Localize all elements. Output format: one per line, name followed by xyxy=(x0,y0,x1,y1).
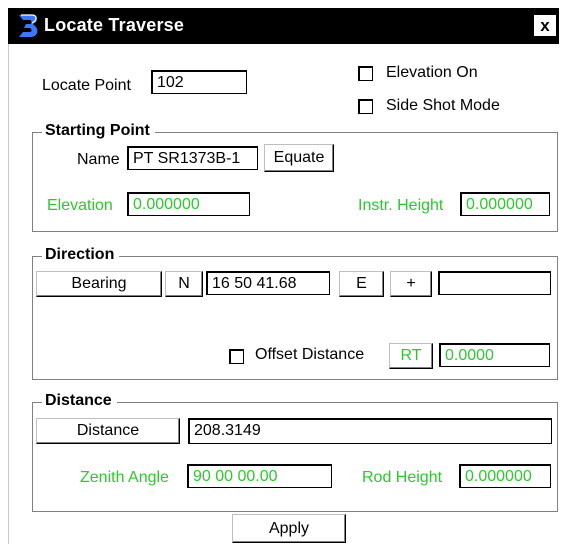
close-button[interactable]: x xyxy=(534,15,556,36)
distance-input[interactable]: 208.3149 xyxy=(188,418,552,444)
close-icon: x xyxy=(540,16,550,35)
equate-button[interactable]: Equate xyxy=(264,144,334,172)
distance-title: Distance xyxy=(42,392,117,410)
bentley-b-icon xyxy=(15,12,41,40)
offset-distance-checkbox[interactable] xyxy=(229,349,244,364)
starting-point-title: Starting Point xyxy=(42,122,155,140)
name-label: Name xyxy=(77,151,120,168)
side-shot-mode-checkbox[interactable] xyxy=(358,99,373,114)
apply-button[interactable]: Apply xyxy=(232,514,346,543)
rod-height-input[interactable]: 0.000000 xyxy=(459,464,551,488)
bearing-mode-button[interactable]: Bearing xyxy=(36,271,162,297)
direction-group: Direction Bearing N 16 50 41.68 E + Offs… xyxy=(32,246,558,380)
distance-group: Distance Distance 208.3149 Zenith Angle … xyxy=(32,392,558,512)
plus-toggle[interactable]: + xyxy=(390,271,432,297)
distance-mode-button[interactable]: Distance xyxy=(36,418,180,444)
locate-point-label: Locate Point xyxy=(42,77,131,94)
elevation-input[interactable]: 0.000000 xyxy=(127,192,250,216)
zenith-angle-input[interactable]: 90 00 00.00 xyxy=(187,464,332,488)
elevation-on-checkbox[interactable] xyxy=(358,66,373,81)
offset-distance-label: Offset Distance xyxy=(255,346,365,363)
starting-point-group: Starting Point Name PT SR1373B-1 Equate … xyxy=(32,122,558,232)
offset-distance-input[interactable]: 0.0000 xyxy=(439,343,550,367)
direction-extra-input[interactable] xyxy=(438,271,551,295)
dialog-body: Locate Point 102 Elevation On Side Shot … xyxy=(8,44,560,544)
direction-title: Direction xyxy=(42,246,120,264)
elevation-label: Elevation xyxy=(47,197,113,214)
elevation-on-label: Elevation On xyxy=(386,64,478,81)
title-bar: Locate Traverse x xyxy=(8,8,559,44)
side-shot-mode-label: Side Shot Mode xyxy=(386,97,500,114)
instr-height-input[interactable]: 0.000000 xyxy=(460,192,550,216)
east-west-toggle[interactable]: E xyxy=(339,271,384,297)
bearing-angle-input[interactable]: 16 50 41.68 xyxy=(206,271,330,295)
locate-point-input[interactable]: 102 xyxy=(151,70,247,94)
instr-height-label: Instr. Height xyxy=(358,197,444,214)
point-name-input[interactable]: PT SR1373B-1 xyxy=(127,146,258,170)
offset-side-button[interactable]: RT xyxy=(389,343,433,369)
window-title: Locate Traverse xyxy=(44,15,185,35)
zenith-angle-label: Zenith Angle xyxy=(80,469,169,486)
rod-height-label: Rod Height xyxy=(362,469,443,486)
north-south-toggle[interactable]: N xyxy=(165,271,203,297)
